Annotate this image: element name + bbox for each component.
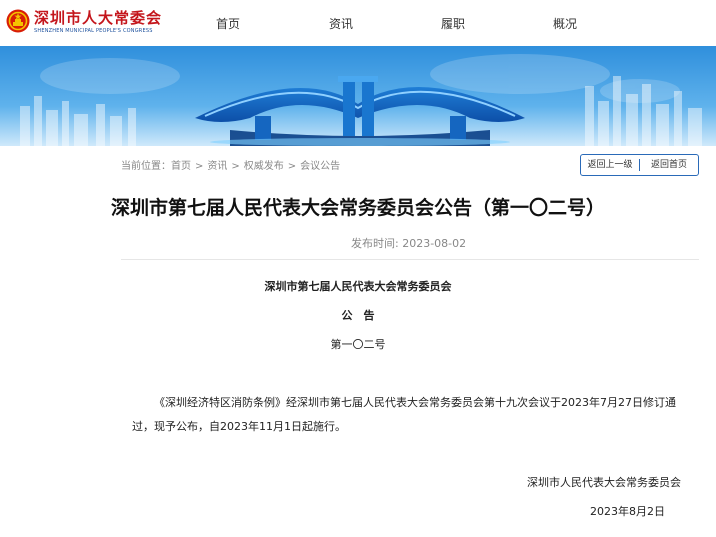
back-up-level-button[interactable]: 返回上一级 (581, 155, 639, 175)
banner-illustration (0, 46, 716, 146)
breadcrumb-prefix: 当前位置： (121, 161, 171, 172)
breadcrumb-separator: > (287, 161, 297, 172)
breadcrumb-item-official-release[interactable]: 权威发布 (244, 161, 284, 172)
notice-heading: 公 告 (341, 309, 375, 322)
site-logo-title[interactable]: 深圳市人大常委会 (34, 7, 162, 28)
notice-date: 2023年8月2日 (590, 505, 665, 518)
breadcrumb-separator: > (231, 161, 240, 172)
breadcrumb: 当前位置：首页 > 资讯 > 权威发布 > 会议公告 (121, 157, 340, 172)
back-button-group: 返回上一级 返回首页 (580, 154, 699, 176)
breadcrumb-item-home[interactable]: 首页 (171, 161, 191, 172)
notice-paragraph: 《深圳经济特区消防条例》经深圳市第七届人民代表大会常务委员会第十九次会议于202… (132, 396, 676, 433)
notice-signature: 深圳市人民代表大会常务委员会 (527, 476, 681, 489)
national-emblem-icon (6, 9, 30, 33)
nav-home[interactable]: 首页 (216, 15, 240, 32)
breadcrumb-item-news[interactable]: 资讯 (207, 161, 227, 172)
site-logo-subtitle: SHENZHEN MUNICIPAL PEOPLE'S CONGRESS (34, 28, 153, 34)
title-divider (121, 259, 699, 260)
nav-news[interactable]: 资讯 (329, 15, 353, 32)
notice-number: 第一〇二号 (330, 338, 386, 351)
header-banner (0, 46, 716, 146)
publish-time: 发布时间: 2023-08-02 (351, 237, 467, 250)
notice-org-heading: 深圳市第七届人民代表大会常务委员会 (264, 280, 452, 293)
nav-duties[interactable]: 履职 (441, 15, 465, 32)
breadcrumb-item-meeting-notice[interactable]: 会议公告 (300, 161, 340, 172)
back-home-button[interactable]: 返回首页 (640, 155, 698, 175)
article-title: 深圳市第七届人民代表大会常务委员会公告（第一〇二号） (110, 197, 605, 219)
site-header: 深圳市人大常委会 SHENZHEN MUNICIPAL PEOPLE'S CON… (0, 0, 716, 46)
nav-overview[interactable]: 概况 (553, 15, 577, 32)
breadcrumb-separator: > (195, 161, 204, 172)
